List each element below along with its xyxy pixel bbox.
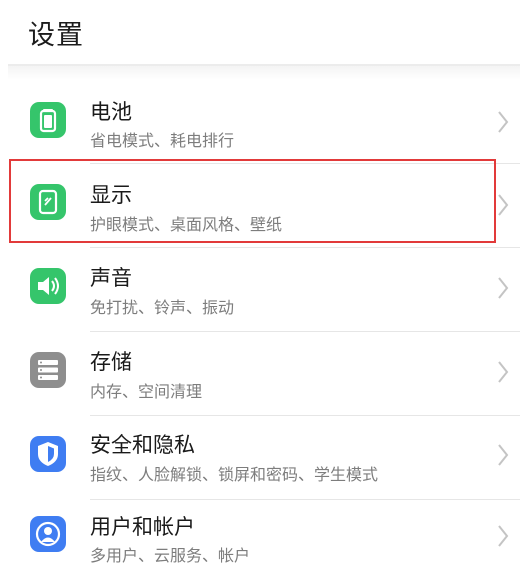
settings-item-sound[interactable]: 声音 免打扰、铃声、振动 (0, 248, 520, 332)
settings-item-security-privacy-label: 安全和隐私 (90, 433, 195, 457)
chevron-right-icon (498, 525, 509, 547)
settings-item-sound-label: 声音 (90, 266, 132, 290)
speaker-icon (30, 268, 66, 304)
shield-icon (30, 436, 66, 472)
settings-item-users-accounts-subtitle: 多用户、云服务、帐户 (90, 546, 251, 565)
chevron-right-icon (498, 194, 509, 216)
settings-item-users-accounts-label: 用户和帐户 (90, 515, 195, 539)
header-shadow (8, 66, 520, 80)
chevron-right-icon (498, 277, 509, 299)
settings-item-users-accounts[interactable]: 用户和帐户 多用户、云服务、帐户 (0, 500, 520, 584)
header-bar: 设置 (0, 0, 520, 62)
settings-item-battery-subtitle: 省电模式、耗电排行 (90, 131, 235, 150)
chevron-right-icon (498, 361, 509, 383)
battery-icon (30, 102, 66, 138)
settings-item-security-privacy[interactable]: 安全和隐私 指纹、人脸解锁、锁屏和密码、学生模式 (0, 416, 520, 500)
chevron-right-icon (498, 444, 509, 466)
storage-icon (30, 352, 66, 388)
user-account-icon (30, 516, 66, 552)
settings-item-storage-subtitle: 内存、空间清理 (90, 382, 203, 401)
settings-item-storage[interactable]: 存储 内存、空间清理 (0, 332, 520, 416)
chevron-right-icon (498, 111, 509, 133)
page-title: 设置 (28, 20, 84, 51)
settings-item-security-privacy-subtitle: 指纹、人脸解锁、锁屏和密码、学生模式 (90, 465, 379, 484)
settings-item-storage-label: 存储 (90, 350, 132, 374)
settings-item-battery-label: 电池 (90, 100, 132, 124)
settings-item-battery[interactable]: 电池 省电模式、耗电排行 (0, 80, 520, 164)
highlight-box (9, 159, 496, 243)
settings-item-sound-subtitle: 免打扰、铃声、振动 (90, 298, 235, 317)
